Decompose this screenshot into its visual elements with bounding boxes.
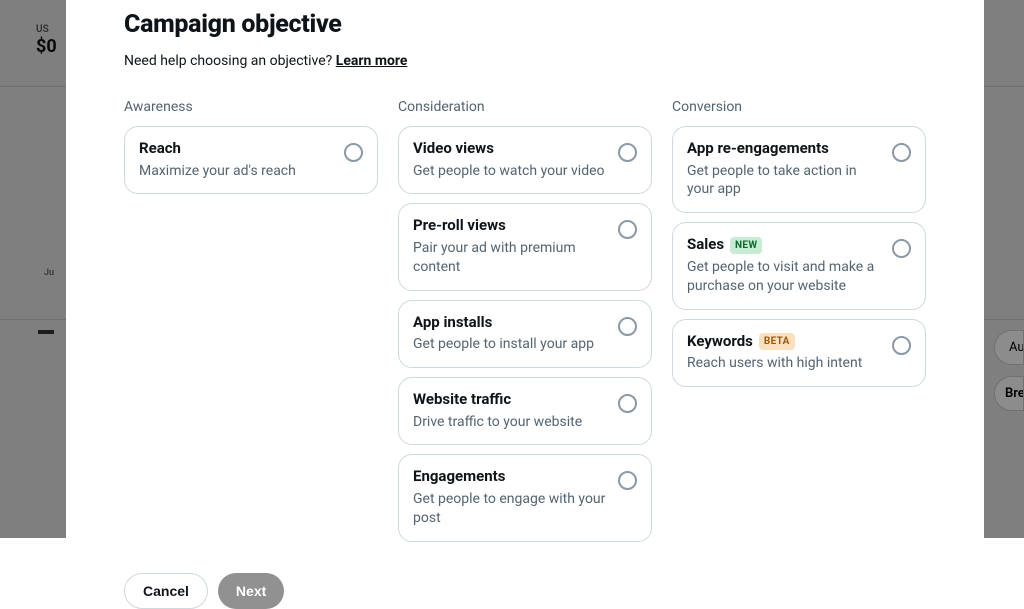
card-title: Engagements [413, 467, 608, 487]
radio-icon [344, 143, 363, 162]
cancel-button[interactable]: Cancel [124, 573, 208, 609]
learn-more-link[interactable]: Learn more [336, 53, 408, 69]
radio-icon [618, 394, 637, 413]
help-line: Need help choosing an objective? Learn m… [124, 53, 926, 69]
objective-video-views[interactable]: Video views Get people to watch your vid… [398, 126, 652, 194]
objective-reach[interactable]: Reach Maximize your ad's reach [124, 126, 378, 194]
radio-icon [892, 143, 911, 162]
card-title: Video views [413, 139, 608, 159]
radio-icon [618, 143, 637, 162]
card-title-text: Sales [687, 235, 724, 255]
card-title: App re-engagements [687, 139, 882, 159]
campaign-objective-modal: Campaign objective Need help choosing an… [66, 0, 984, 538]
card-desc: Get people to visit and make a purchase … [687, 258, 882, 296]
objective-keywords[interactable]: Keywords BETA Reach users with high inte… [672, 319, 926, 387]
objective-preroll-views[interactable]: Pre-roll views Pair your ad with premium… [398, 203, 652, 290]
radio-icon [618, 471, 637, 490]
beta-badge: BETA [759, 333, 795, 350]
objective-engagements[interactable]: Engagements Get people to engage with yo… [398, 454, 652, 541]
column-conversion: Conversion App re-engagements Get people… [672, 99, 926, 551]
card-title-text: Keywords [687, 332, 753, 352]
card-title: Pre-roll views [413, 216, 608, 236]
card-desc: Maximize your ad's reach [139, 162, 334, 181]
objective-app-reengagements[interactable]: App re-engagements Get people to take ac… [672, 126, 926, 213]
card-title: Keywords BETA [687, 332, 882, 352]
card-desc: Get people to take action in your app [687, 162, 882, 200]
modal-footer: Cancel Next [124, 573, 926, 609]
card-desc: Get people to install your app [413, 335, 608, 354]
objective-app-installs[interactable]: App installs Get people to install your … [398, 300, 652, 368]
next-button[interactable]: Next [218, 573, 284, 609]
objective-website-traffic[interactable]: Website traffic Drive traffic to your we… [398, 377, 652, 445]
column-awareness: Awareness Reach Maximize your ad's reach [124, 99, 378, 551]
column-consideration: Consideration Video views Get people to … [398, 99, 652, 551]
card-desc: Pair your ad with premium content [413, 239, 608, 277]
column-header-consideration: Consideration [398, 99, 652, 115]
card-desc: Drive traffic to your website [413, 413, 608, 432]
help-text: Need help choosing an objective? [124, 53, 336, 69]
card-desc: Reach users with high intent [687, 354, 882, 373]
card-desc: Get people to watch your video [413, 162, 608, 181]
objective-columns: Awareness Reach Maximize your ad's reach… [124, 99, 926, 551]
objective-sales[interactable]: Sales NEW Get people to visit and make a… [672, 222, 926, 309]
radio-icon [618, 317, 637, 336]
column-header-conversion: Conversion [672, 99, 926, 115]
card-desc: Get people to engage with your post [413, 490, 608, 528]
new-badge: NEW [730, 237, 762, 254]
radio-icon [892, 336, 911, 355]
radio-icon [892, 239, 911, 258]
card-title: Reach [139, 139, 334, 159]
card-title: Website traffic [413, 390, 608, 410]
column-header-awareness: Awareness [124, 99, 378, 115]
card-title: Sales NEW [687, 235, 882, 255]
radio-icon [618, 220, 637, 239]
card-title: App installs [413, 313, 608, 333]
modal-title: Campaign objective [124, 10, 926, 39]
